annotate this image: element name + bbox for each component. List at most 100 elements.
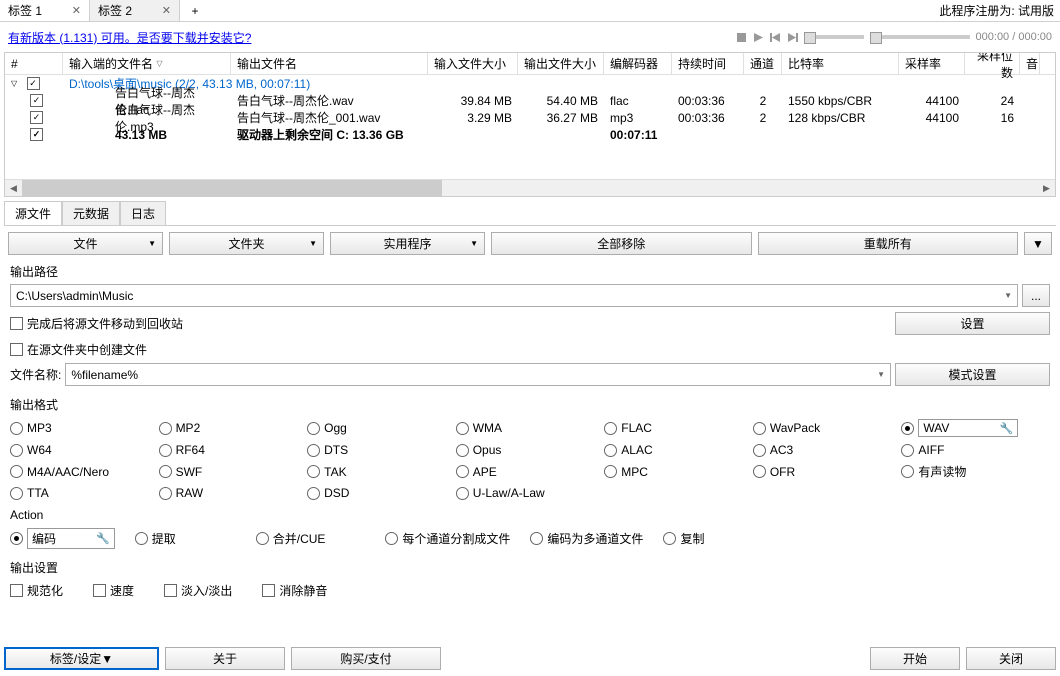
volume-slider[interactable] <box>804 35 864 39</box>
action-label: Action <box>4 506 1056 524</box>
format-option-wavpack[interactable]: WavPack <box>753 419 902 437</box>
close-icon[interactable]: ✕ <box>162 4 171 17</box>
fade-checkbox[interactable]: 淡入/淡出 <box>164 582 232 599</box>
format-option-rf64[interactable]: RF64 <box>159 443 308 457</box>
folder-button[interactable]: 文件夹▼ <box>169 232 324 255</box>
normalize-checkbox[interactable]: 规范化 <box>10 582 63 599</box>
total-checkbox[interactable] <box>30 128 43 141</box>
col-output-size[interactable]: 输出文件大小 <box>518 53 604 74</box>
col-samplerate[interactable]: 采样率 <box>899 53 965 74</box>
prev-button[interactable] <box>770 32 781 43</box>
scroll-left-icon[interactable]: ◀ <box>5 180 22 196</box>
add-tab-button[interactable]: + <box>180 0 210 21</box>
action-copy[interactable]: 复制 <box>663 530 704 547</box>
format-option-dsd[interactable]: DSD <box>307 486 456 500</box>
browse-button[interactable]: ... <box>1022 284 1050 307</box>
wrench-icon[interactable]: 🔧 <box>1000 422 1014 435</box>
action-multi[interactable]: 编码为多通道文件 <box>530 530 643 547</box>
recycle-checkbox[interactable] <box>10 317 23 330</box>
col-codec[interactable]: 编解码器 <box>604 53 672 74</box>
stop-button[interactable] <box>736 32 747 43</box>
tab-settings-button[interactable]: 标签/设定▼ <box>4 647 159 670</box>
format-option--[interactable]: 有声读物 <box>901 463 1050 480</box>
silence-checkbox[interactable]: 消除静音 <box>262 582 327 599</box>
wrench-icon[interactable]: 🔧 <box>96 532 110 545</box>
format-option-wma[interactable]: WMA <box>456 419 605 437</box>
col-input-size[interactable]: 输入文件大小 <box>428 53 518 74</box>
format-option-wav[interactable]: WAV🔧 <box>901 419 1050 437</box>
scroll-right-icon[interactable]: ▶ <box>1038 180 1055 196</box>
speed-checkbox[interactable]: 速度 <box>93 582 134 599</box>
format-option-w64[interactable]: W64 <box>10 443 159 457</box>
format-option-swf[interactable]: SWF <box>159 463 308 480</box>
radio-icon <box>159 487 172 500</box>
format-option-dts[interactable]: DTS <box>307 443 456 457</box>
scroll-thumb[interactable] <box>22 180 442 196</box>
row-checkbox[interactable] <box>30 94 43 107</box>
subtab-metadata[interactable]: 元数据 <box>62 201 120 225</box>
format-option-flac[interactable]: FLAC <box>604 419 753 437</box>
format-option-tta[interactable]: TTA <box>10 486 159 500</box>
format-option-ac3[interactable]: AC3 <box>753 443 902 457</box>
col-channels[interactable]: 通道 <box>744 53 782 74</box>
file-button[interactable]: 文件▼ <box>8 232 163 255</box>
output-path-input[interactable]: C:\Users\admin\Music ▼ <box>10 284 1018 307</box>
action-merge[interactable]: 合并/CUE <box>256 530 326 547</box>
group-checkbox[interactable] <box>27 77 40 90</box>
dropdown-icon[interactable]: ▼ <box>877 370 885 379</box>
remove-all-button[interactable]: 全部移除 <box>491 232 752 255</box>
horizontal-scrollbar[interactable]: ◀ ▶ <box>5 179 1055 196</box>
inplace-checkbox[interactable] <box>10 343 23 356</box>
close-button[interactable]: 关闭 <box>966 647 1056 670</box>
format-option-ogg[interactable]: Ogg <box>307 419 456 437</box>
format-option-u-law-a-law[interactable]: U-Law/A-Law <box>456 486 605 500</box>
utility-button[interactable]: 实用程序▼ <box>330 232 485 255</box>
update-link[interactable]: 有新版本 (1.131) 可用。是否要下载并安装它? <box>8 29 251 46</box>
col-duration[interactable]: 持续时间 <box>672 53 744 74</box>
menu-button[interactable]: ▼ <box>1024 232 1052 255</box>
start-button[interactable]: 开始 <box>870 647 960 670</box>
registration-notice: 此程序注册为: 试用版 <box>939 2 1054 19</box>
next-button[interactable] <box>787 32 798 43</box>
col-number[interactable]: # <box>5 53 63 74</box>
col-extra[interactable]: 音 <box>1020 53 1040 74</box>
format-option-mp2[interactable]: MP2 <box>159 419 308 437</box>
subtab-source[interactable]: 源文件 <box>4 201 62 225</box>
format-option-mp3[interactable]: MP3 <box>10 419 159 437</box>
settings-button[interactable]: 设置 <box>895 312 1050 335</box>
format-option-ape[interactable]: APE <box>456 463 605 480</box>
tab-2[interactable]: 标签 2 ✕ <box>90 0 180 21</box>
format-option-aiff[interactable]: AIFF <box>901 443 1050 457</box>
format-option-m4a-aac-nero[interactable]: M4A/AAC/Nero <box>10 463 159 480</box>
play-button[interactable] <box>753 32 764 43</box>
file-row[interactable]: 告白气球--周杰伦.mp3 告白气球--周杰伦_001.wav 3.29 MB … <box>5 109 1055 126</box>
format-option-ofr[interactable]: OFR <box>753 463 902 480</box>
seek-slider[interactable] <box>870 35 970 39</box>
format-option-opus[interactable]: Opus <box>456 443 605 457</box>
action-extract[interactable]: 提取 <box>135 530 176 547</box>
reload-all-button[interactable]: 重载所有 <box>758 232 1019 255</box>
subtab-log[interactable]: 日志 <box>120 201 166 225</box>
close-icon[interactable]: ✕ <box>72 4 81 17</box>
col-bitrate[interactable]: 比特率 <box>782 53 899 74</box>
dropdown-icon[interactable]: ▼ <box>1004 291 1012 300</box>
action-split[interactable]: 每个通道分割成文件 <box>385 530 510 547</box>
col-input-file[interactable]: 输入端的文件名 ▽ <box>63 53 231 74</box>
sub-tabs: 源文件 元数据 日志 <box>4 201 1056 225</box>
tab-1[interactable]: 标签 1 ✕ <box>0 0 90 21</box>
format-option-raw[interactable]: RAW <box>159 486 308 500</box>
about-button[interactable]: 关于 <box>165 647 285 670</box>
filename-pattern-input[interactable]: %filename% ▼ <box>65 363 891 386</box>
tab-label: 标签 2 <box>98 2 132 19</box>
format-option-tak[interactable]: TAK <box>307 463 456 480</box>
row-checkbox[interactable] <box>30 111 43 124</box>
col-bitdepth[interactable]: 采样位数 <box>965 53 1020 74</box>
tab-label: 标签 1 <box>8 2 42 19</box>
mode-settings-button[interactable]: 模式设置 <box>895 363 1050 386</box>
col-output-file[interactable]: 输出文件名 <box>231 53 428 74</box>
buy-button[interactable]: 购买/支付 <box>291 647 441 670</box>
radio-icon <box>307 487 320 500</box>
format-option-alac[interactable]: ALAC <box>604 443 753 457</box>
format-option-mpc[interactable]: MPC <box>604 463 753 480</box>
action-encode[interactable]: 编码🔧 <box>10 528 115 549</box>
